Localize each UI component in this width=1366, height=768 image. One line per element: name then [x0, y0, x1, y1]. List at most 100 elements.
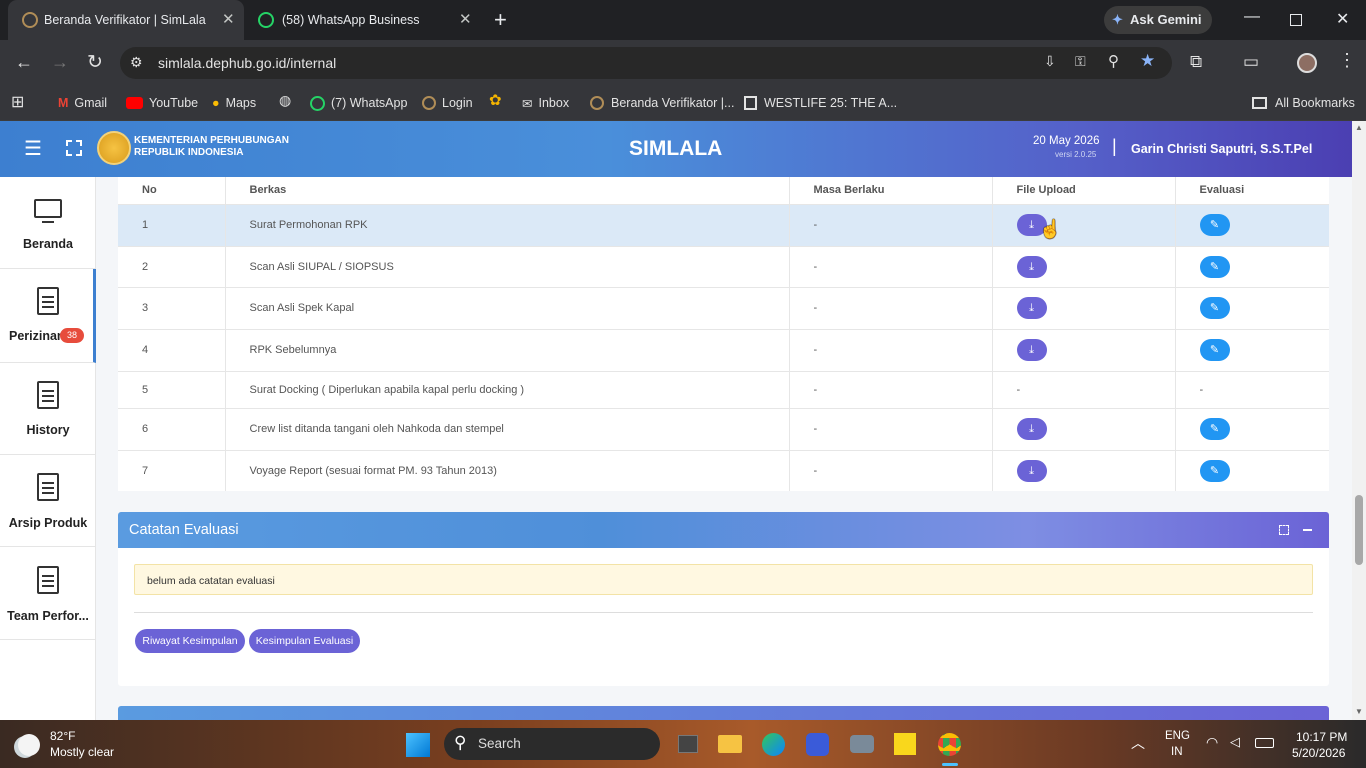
- cell-no-text: 2: [142, 260, 149, 273]
- tab-whatsapp[interactable]: (58) WhatsApp Business ✕: [248, 0, 484, 40]
- ask-gemini-button[interactable]: ✦ Ask Gemini: [1104, 6, 1212, 34]
- evaluation-note-text: belum ada catatan evaluasi: [147, 575, 275, 587]
- edge-icon[interactable]: [762, 733, 785, 756]
- close-window-icon[interactable]: ✕: [1336, 9, 1349, 29]
- bookmark-youtube[interactable]: YouTube: [126, 92, 198, 114]
- weather-temp[interactable]: 82°F: [50, 729, 75, 743]
- evaluate-button[interactable]: ✎: [1199, 214, 1230, 236]
- taskbar-search[interactable]: ⚲ Search: [444, 728, 660, 760]
- password-key-icon[interactable]: ⚿: [1075, 53, 1086, 70]
- sidebar-item-beranda[interactable]: Beranda: [0, 177, 96, 269]
- bookmark-label: All Bookmarks: [1275, 96, 1355, 110]
- sidebar-item-arsip-produk[interactable]: Arsip Produk: [0, 455, 96, 547]
- download-button[interactable]: ⤓: [1016, 339, 1047, 361]
- clock-date[interactable]: 5/20/2026: [1292, 746, 1345, 760]
- card-title: Catatan Evaluasi: [129, 522, 239, 538]
- scroll-up-icon[interactable]: ▲: [1355, 123, 1363, 132]
- sticky-notes-icon[interactable]: [894, 733, 916, 755]
- bookmark-whatsapp[interactable]: (7) WhatsApp: [310, 92, 407, 114]
- download-icon: ⤓: [1029, 219, 1034, 231]
- evaluate-button[interactable]: ✎: [1199, 459, 1230, 482]
- app-icon[interactable]: [806, 733, 829, 756]
- scroll-down-icon[interactable]: ▼: [1355, 707, 1363, 716]
- download-button[interactable]: ⤓: [1016, 459, 1047, 482]
- expand-icon[interactable]: [1279, 525, 1289, 535]
- evaluate-button[interactable]: ✎: [1199, 418, 1230, 440]
- apps-grid-icon[interactable]: ⊞: [11, 92, 24, 112]
- tab-close-icon[interactable]: ✕: [459, 12, 472, 27]
- evaluate-button[interactable]: ✎: [1199, 297, 1230, 319]
- bookmark-maps[interactable]: ● Maps: [212, 92, 256, 114]
- tab-simlala[interactable]: Beranda Verifikator | SimLala ✕: [8, 0, 244, 40]
- site-info-icon[interactable]: ⚙: [130, 54, 143, 71]
- lang-line1[interactable]: ENG: [1165, 730, 1190, 742]
- lang-line2[interactable]: IN: [1171, 746, 1183, 758]
- card-header: Catatan Evaluasi: [118, 512, 1329, 548]
- menu-kebab-icon[interactable]: ⋮: [1338, 50, 1356, 71]
- windows-start-icon[interactable]: [406, 733, 430, 757]
- cell-masa-berlaku-text: -: [813, 383, 818, 396]
- table-row: 4 RPK Sebelumnya - ⤓ ✎: [118, 328, 1329, 371]
- address-bar[interactable]: ⚙ simlala.dephub.go.id/internal ⇩ ⚿ ⚲ ★: [120, 47, 1172, 79]
- evaluate-button[interactable]: ✎: [1199, 255, 1230, 278]
- download-button[interactable]: ⤓: [1016, 297, 1047, 319]
- edit-icon: ✎: [1209, 260, 1220, 273]
- new-tab-icon[interactable]: +: [494, 7, 507, 33]
- download-button[interactable]: ⤓: [1016, 418, 1047, 440]
- sidebar-item-history[interactable]: History: [0, 363, 96, 455]
- pinwheel-icon[interactable]: ✿: [489, 91, 502, 109]
- cell-no: 5: [118, 370, 226, 408]
- all-bookmarks[interactable]: All Bookmarks: [1252, 92, 1355, 114]
- bookmark-gmail[interactable]: M Gmail: [58, 92, 107, 114]
- col-berkas-header: Berkas: [225, 177, 790, 204]
- cell-download: ⤓: [992, 286, 1176, 329]
- document-icon: [37, 473, 59, 501]
- scroll-thumb[interactable]: [1355, 495, 1363, 565]
- hamburger-icon[interactable]: ☰: [24, 139, 42, 159]
- task-view-icon[interactable]: [678, 735, 698, 753]
- evaluate-button[interactable]: ✎: [1199, 339, 1230, 361]
- sidebar-item-perizinan[interactable]: Perizinan 38: [0, 269, 96, 363]
- chrome-icon[interactable]: [938, 733, 961, 756]
- sidebar: Beranda Perizinan 38 History Arsip Produ…: [0, 177, 96, 720]
- sidebar-item-team-performance[interactable]: Team Perfor...: [0, 548, 96, 640]
- reload-icon[interactable]: ↻: [87, 51, 103, 74]
- file-explorer-icon[interactable]: [718, 735, 742, 753]
- forward-icon[interactable]: →: [51, 52, 69, 73]
- bookmark-label: Inbox: [538, 96, 570, 110]
- document-icon: [37, 287, 59, 315]
- page-scrollbar[interactable]: ▲ ▼: [1352, 121, 1366, 720]
- collapse-icon[interactable]: [1303, 529, 1312, 531]
- battery-icon[interactable]: [1255, 738, 1274, 748]
- install-icon[interactable]: ⇩: [1044, 53, 1056, 70]
- tab-title: (58) WhatsApp Business: [282, 13, 420, 27]
- zoom-icon[interactable]: ⚲: [1108, 52, 1119, 70]
- minimize-icon[interactable]: —: [1244, 8, 1260, 26]
- bookmark-login[interactable]: Login: [422, 92, 473, 114]
- camera-icon[interactable]: [850, 735, 874, 753]
- wifi-icon[interactable]: ◠: [1206, 734, 1218, 751]
- riwayat-kesimpulan-button[interactable]: Riwayat Kesimpulan: [135, 629, 245, 653]
- kesimpulan-evaluasi-button[interactable]: Kesimpulan Evaluasi: [249, 629, 360, 653]
- weather-desc[interactable]: Mostly clear: [50, 745, 114, 759]
- bookmark-westlife[interactable]: WESTLIFE 25: THE A...: [744, 92, 897, 114]
- bookmark-inbox[interactable]: ✉ Inbox: [522, 92, 569, 114]
- maximize-icon[interactable]: [1290, 14, 1302, 26]
- tab-close-icon[interactable]: ✕: [222, 12, 235, 27]
- download-button[interactable]: ⤓: [1016, 255, 1047, 278]
- cell-masa-berlaku-text: -: [813, 344, 818, 356]
- fullscreen-icon[interactable]: [66, 140, 82, 156]
- volume-icon[interactable]: ◁: [1230, 734, 1240, 750]
- globe-icon[interactable]: ◍: [279, 92, 291, 109]
- user-name[interactable]: Garin Christi Saputri, S.S.T.Pel: [1131, 142, 1312, 156]
- bookmark-beranda[interactable]: Beranda Verifikator |...: [590, 92, 734, 114]
- tray-chevron-icon[interactable]: ︿: [1131, 733, 1145, 753]
- tab-search-icon[interactable]: ▭: [1243, 52, 1259, 72]
- clock-time[interactable]: 10:17 PM: [1296, 730, 1347, 744]
- bookmark-star-icon[interactable]: ★: [1140, 51, 1155, 71]
- col-no-header: No: [118, 177, 226, 204]
- profile-avatar[interactable]: [1297, 53, 1317, 73]
- extensions-icon[interactable]: ⧉: [1190, 52, 1202, 72]
- back-icon[interactable]: ←: [15, 52, 33, 73]
- header-version: versi 2.0.25: [1055, 150, 1097, 159]
